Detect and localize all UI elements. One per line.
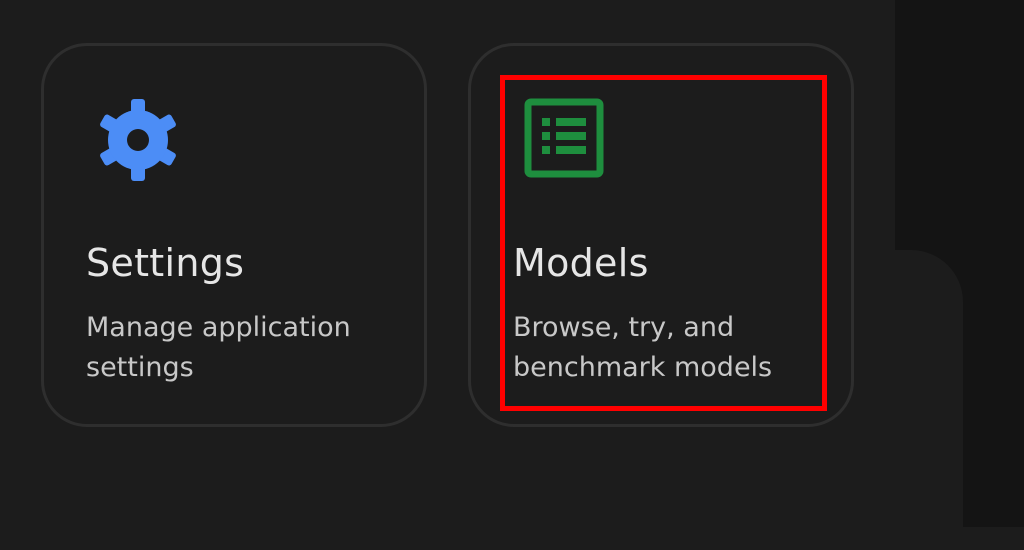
gear-icon bbox=[96, 98, 180, 182]
settings-description: Manage application settings bbox=[86, 312, 351, 383]
settings-card[interactable]: Settings Manage application settings bbox=[41, 43, 427, 427]
settings-title: Settings bbox=[86, 241, 245, 285]
highlight-box bbox=[500, 75, 827, 411]
adjacent-card-edge[interactable] bbox=[893, 250, 963, 550]
